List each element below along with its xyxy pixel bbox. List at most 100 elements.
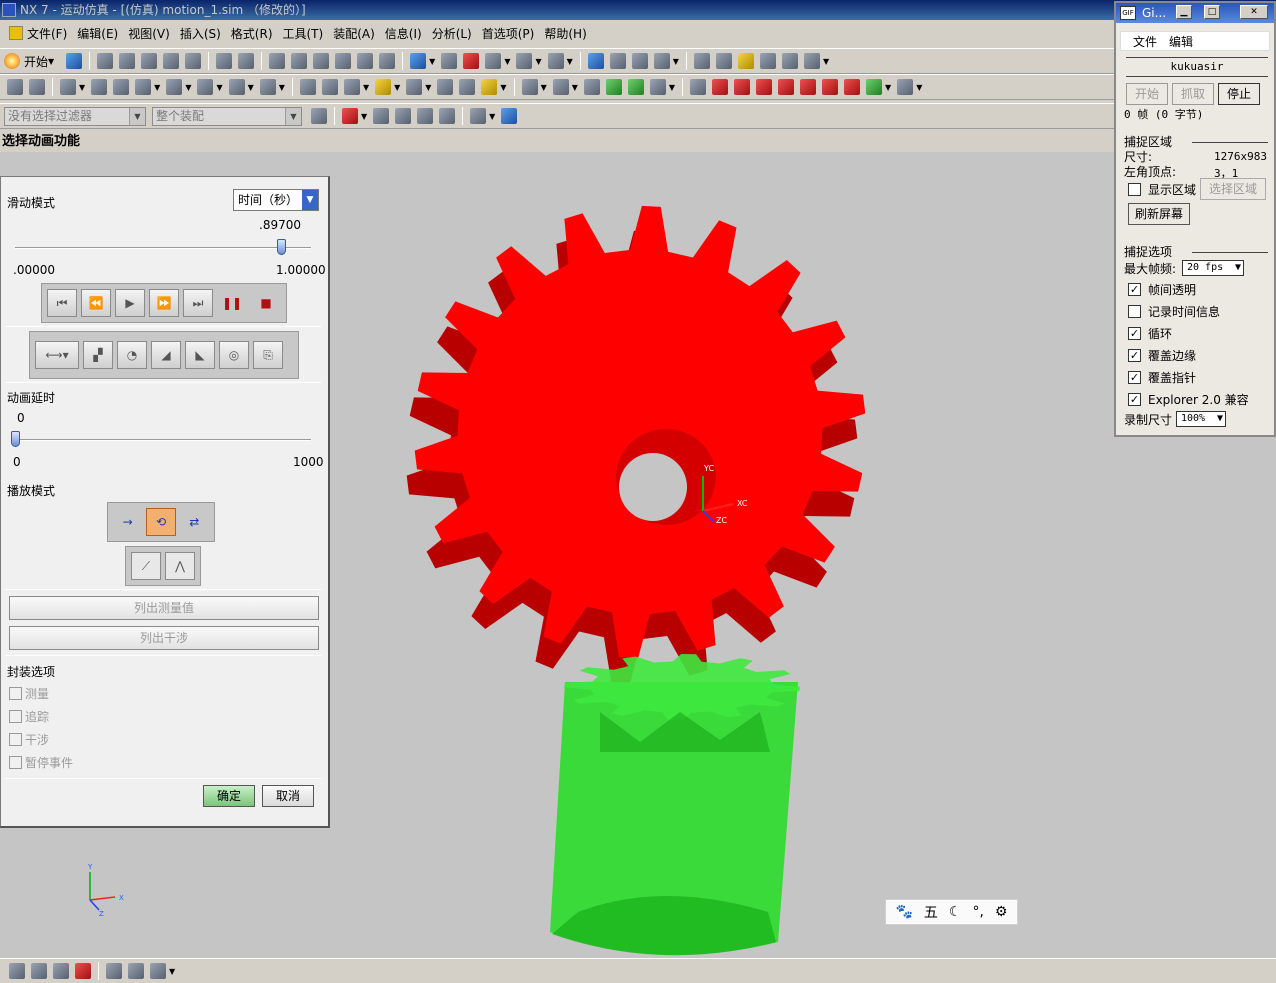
section-icon[interactable] bbox=[803, 53, 820, 69]
trace-tool-icon[interactable]: ▞ bbox=[83, 341, 113, 369]
cut-icon[interactable] bbox=[97, 53, 114, 69]
select-area-button[interactable]: 选择区域 bbox=[1200, 178, 1266, 200]
trace-icon[interactable] bbox=[459, 79, 476, 95]
interference-icon[interactable] bbox=[343, 79, 360, 95]
motion-navigator-tab-icon[interactable] bbox=[106, 963, 122, 979]
gif-option-checkbox[interactable]: ✓ 覆盖指针 bbox=[1128, 369, 1196, 386]
play-icon[interactable] bbox=[756, 79, 773, 95]
quick-pick-icon[interactable] bbox=[759, 53, 776, 69]
stop-button[interactable]: ■ bbox=[251, 289, 281, 317]
snap-point-settings-icon[interactable] bbox=[342, 108, 358, 124]
collision-tool-icon[interactable]: ◣ bbox=[185, 341, 215, 369]
feature-select-icon[interactable] bbox=[373, 108, 390, 124]
perspective-icon[interactable] bbox=[379, 53, 396, 69]
background-icon[interactable] bbox=[485, 53, 502, 69]
menu-file[interactable]: 文件(F) bbox=[4, 23, 72, 45]
copy-icon[interactable] bbox=[119, 53, 136, 69]
interference-tool-icon[interactable]: ◔ bbox=[117, 341, 147, 369]
menu-tools[interactable]: 工具(T) bbox=[278, 23, 329, 45]
gif-option-checkbox[interactable]: ✓ 覆盖边缘 bbox=[1128, 347, 1196, 364]
delay-slider-track[interactable] bbox=[15, 439, 311, 441]
green-pinion[interactable] bbox=[550, 654, 800, 956]
play-button[interactable]: ▶ bbox=[115, 289, 145, 317]
joint-icon[interactable] bbox=[113, 79, 130, 95]
connector-icon[interactable] bbox=[135, 79, 152, 95]
marker-icon[interactable] bbox=[299, 79, 316, 95]
range-event-icon[interactable]: ⋀ bbox=[165, 552, 195, 580]
pause-event-checkbox[interactable]: 暂停事件 bbox=[9, 754, 73, 771]
fast-forward-icon[interactable] bbox=[800, 79, 817, 95]
delay-slider-thumb[interactable] bbox=[11, 431, 20, 447]
gif-start-button[interactable]: 开始 bbox=[1126, 83, 1168, 105]
step-event-icon[interactable]: ⟋ bbox=[131, 552, 161, 580]
step-back-icon[interactable] bbox=[605, 79, 622, 95]
measure-motion-icon[interactable] bbox=[437, 79, 454, 95]
wcs-orient-icon[interactable] bbox=[609, 53, 626, 69]
paw-icon[interactable]: 🐾 bbox=[895, 904, 912, 920]
gear-coupler-icon[interactable] bbox=[166, 79, 183, 95]
rectangle-select-icon[interactable] bbox=[470, 108, 487, 124]
render-style-icon[interactable] bbox=[441, 53, 458, 69]
fit-icon[interactable] bbox=[291, 53, 308, 69]
orient-view-icon[interactable] bbox=[269, 53, 286, 69]
menu-view[interactable]: 视图(V) bbox=[123, 23, 175, 45]
step-forward-icon[interactable] bbox=[627, 79, 644, 95]
menu-help[interactable]: 帮助(H) bbox=[539, 23, 591, 45]
motion-navigator-icon[interactable] bbox=[7, 79, 23, 95]
fast-forward-button[interactable]: ⏭ bbox=[183, 289, 213, 317]
export-icon[interactable] bbox=[552, 79, 569, 95]
menu-edit[interactable]: 编辑(E) bbox=[72, 23, 123, 45]
settings-icon[interactable] bbox=[31, 963, 47, 979]
show-area-checkbox[interactable]: 显示区域 bbox=[1128, 181, 1196, 198]
menu-format[interactable]: 格式(R) bbox=[226, 23, 278, 45]
deselect-icon[interactable] bbox=[781, 53, 798, 69]
gif-stop-button[interactable]: 停止 bbox=[1218, 83, 1260, 105]
graphing-icon[interactable] bbox=[521, 79, 538, 95]
rotate-icon[interactable] bbox=[335, 53, 352, 69]
load-transfer-icon[interactable] bbox=[583, 79, 600, 95]
menu-preferences[interactable]: 首选项(P) bbox=[477, 23, 540, 45]
refresh-screen-button[interactable]: 刷新屏幕 bbox=[1128, 203, 1190, 225]
wcs-dynamic-icon[interactable] bbox=[631, 53, 648, 69]
gif-option-checkbox[interactable]: 记录时间信息 bbox=[1128, 303, 1220, 320]
explode-tool-icon[interactable]: ◢ bbox=[151, 341, 181, 369]
pause-button[interactable]: ❚❚ bbox=[217, 289, 247, 317]
face-analysis-icon[interactable] bbox=[463, 53, 480, 69]
rewind-icon[interactable] bbox=[712, 79, 729, 95]
step-forward-button[interactable]: ⏩ bbox=[149, 289, 179, 317]
envelope-tool-icon[interactable]: ◎ bbox=[219, 341, 249, 369]
punctuation-icon[interactable]: °, bbox=[972, 904, 983, 920]
general-filter-icon[interactable] bbox=[311, 108, 327, 124]
minimize-icon[interactable]: ▁ bbox=[1176, 5, 1192, 19]
time-slider-thumb[interactable] bbox=[276, 239, 286, 255]
solid-select-icon[interactable] bbox=[501, 108, 518, 124]
ok-button[interactable]: 确定 bbox=[203, 785, 255, 807]
sensor-icon[interactable] bbox=[321, 79, 338, 95]
gif-option-checkbox[interactable]: ✓ 帧间透明 bbox=[1128, 281, 1196, 298]
solve-icon[interactable] bbox=[406, 79, 423, 95]
settings-gear-icon[interactable]: ⚙ bbox=[995, 904, 1008, 920]
menu-analysis[interactable]: 分析(L) bbox=[427, 23, 477, 45]
select-icon[interactable] bbox=[715, 53, 732, 69]
shaded-icon[interactable] bbox=[410, 53, 427, 69]
slide-mode-dropdown[interactable]: 时间（秒） ▼ bbox=[233, 189, 319, 211]
maximize-icon[interactable]: □ bbox=[1204, 5, 1220, 19]
trace-checkbox[interactable]: 追踪 bbox=[9, 708, 49, 725]
link-icon[interactable] bbox=[91, 79, 108, 95]
layer-settings-icon[interactable] bbox=[516, 53, 533, 69]
gif-menu-file[interactable]: 文件 bbox=[1133, 33, 1157, 50]
zoom-icon[interactable] bbox=[313, 53, 330, 69]
snap-point-icon[interactable] bbox=[693, 53, 710, 69]
body-select-icon[interactable] bbox=[395, 108, 412, 124]
stop-icon[interactable] bbox=[844, 79, 861, 95]
delete-icon[interactable] bbox=[163, 53, 180, 69]
wcs-display-icon[interactable] bbox=[653, 53, 670, 69]
max-fps-select[interactable]: 20 fps ▼ bbox=[1182, 260, 1244, 276]
red-gear[interactable] bbox=[406, 205, 866, 684]
force-icon[interactable] bbox=[228, 79, 245, 95]
menu-assembly[interactable]: 装配(A) bbox=[328, 23, 380, 45]
type-filter-select[interactable]: 没有选择过滤器 ▼ bbox=[4, 106, 146, 126]
paste-icon[interactable] bbox=[141, 53, 158, 69]
component-select-icon[interactable] bbox=[417, 108, 434, 124]
menu-insert[interactable]: 插入(S) bbox=[175, 23, 226, 45]
